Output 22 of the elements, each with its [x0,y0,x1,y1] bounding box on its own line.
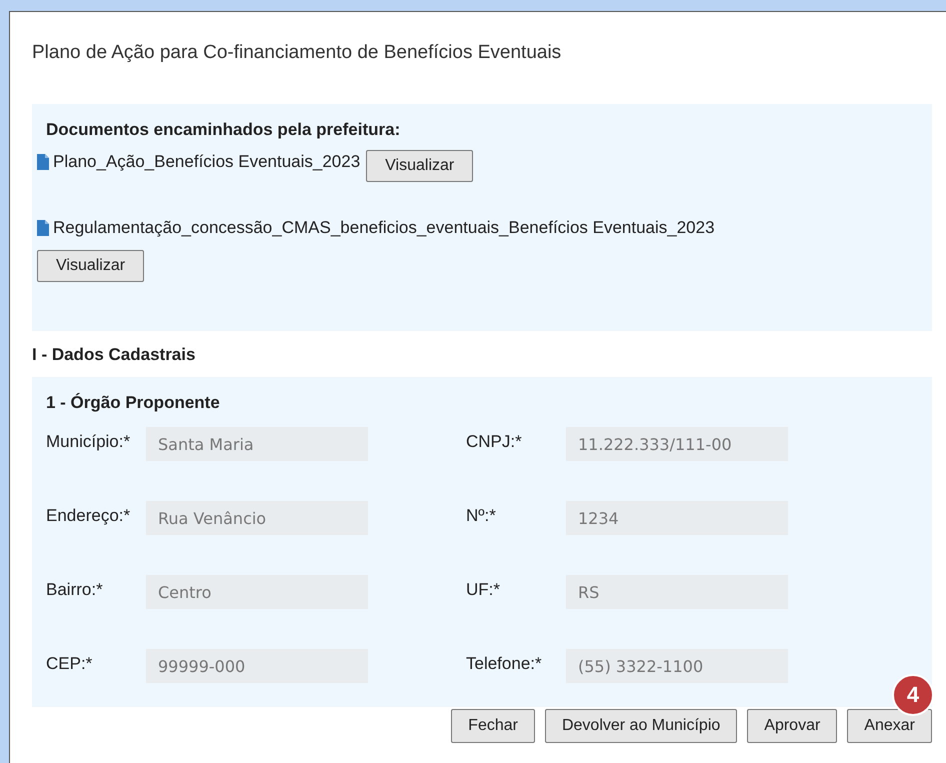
dialog-title: Plano de Ação para Co-financiamento de Benefícios Eventuais [32,42,562,64]
action-button[interactable]: Anexar [847,709,932,743]
field-label: Telefone:* [466,653,543,674]
field-label: Município:* [46,431,132,452]
view-button[interactable]: Visualizar [37,250,144,282]
field-label: CNPJ:* [466,431,523,452]
field-label: Nº:* [466,505,497,526]
subsection-heading: 1 - Órgão Proponente [46,393,221,413]
documents-heading: Documentos encaminhados pela prefeitura: [46,120,402,140]
action-button[interactable]: Fechar [451,709,535,743]
action-button[interactable]: Devolver ao Município [544,709,738,743]
field-label: Bairro:* [46,579,104,600]
field-label: UF:* [466,579,501,600]
action-button[interactable]: Aprovar [747,709,838,743]
document-icon [37,154,49,170]
document-icon [37,220,49,236]
document-name: Regulamentação_concessão_CMAS_beneficios_eventuais_Benefícios Eventuais_2023 [53,218,716,238]
view-button[interactable]: Visualizar [366,150,474,182]
field-label: CEP:* [46,653,94,674]
section-heading: I - Dados Cadastrais [32,345,196,365]
field-label: Endereço:* [46,505,132,526]
document-name: Plano_Ação_Benefícios Eventuais_2023 [53,152,360,172]
